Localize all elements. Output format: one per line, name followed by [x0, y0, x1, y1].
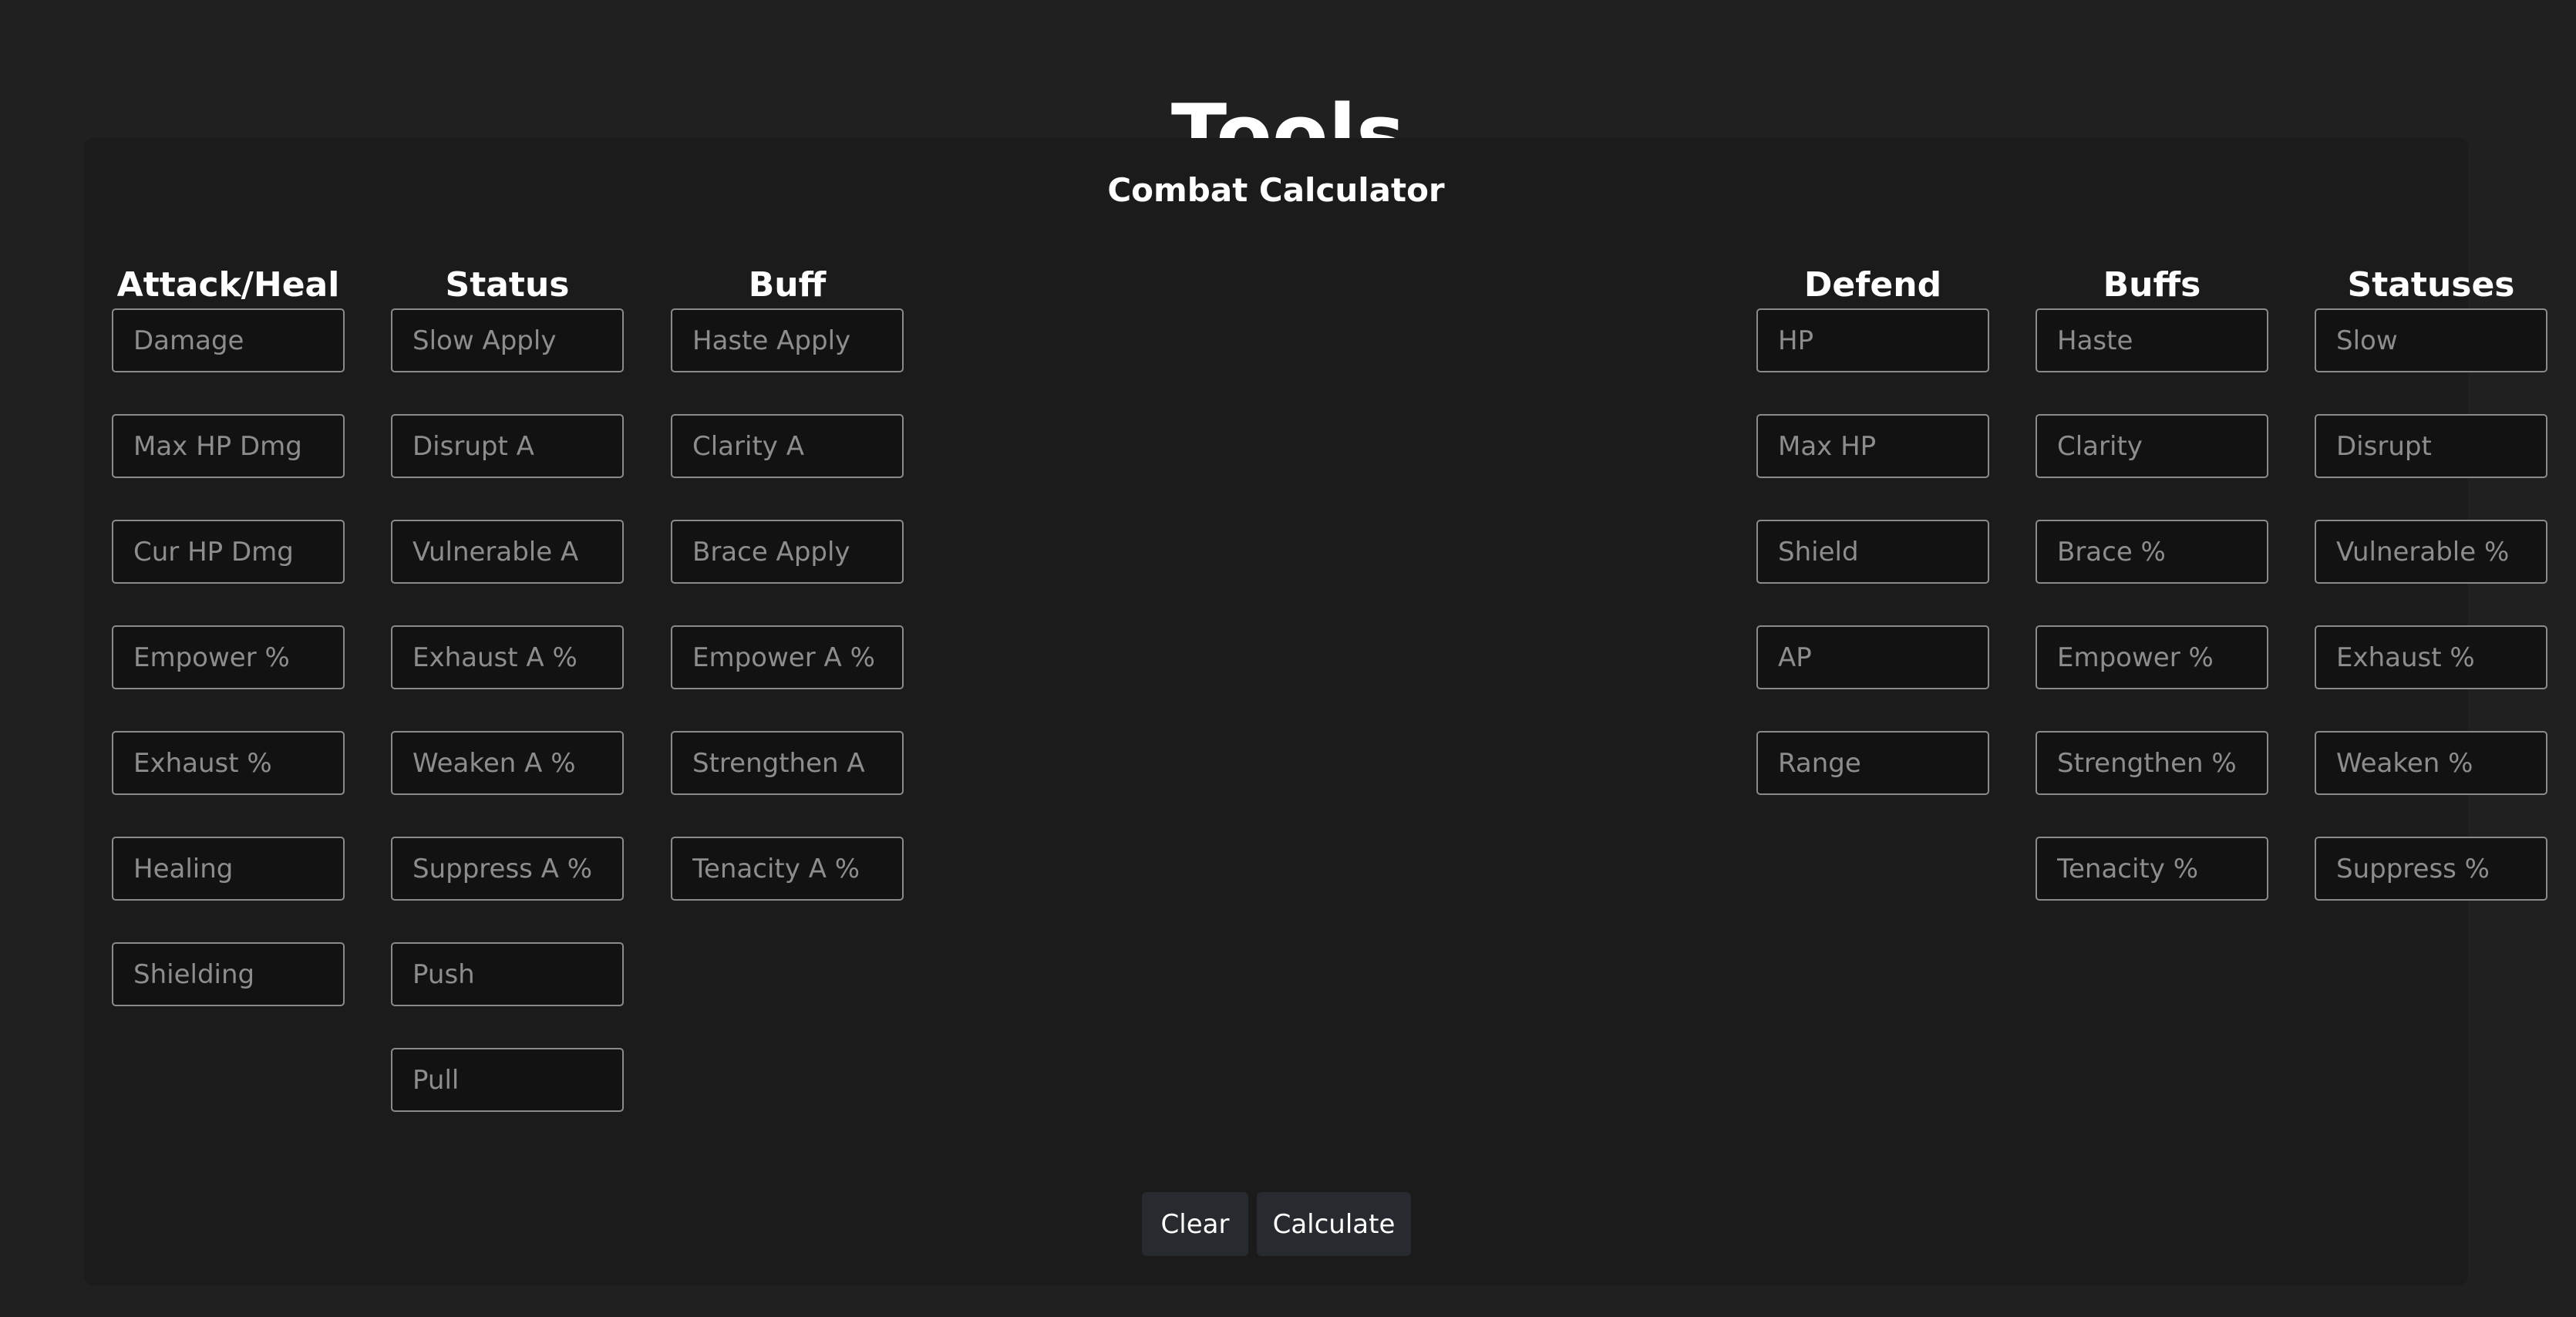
damage-input[interactable]: [112, 308, 345, 372]
vulnerable-percent-input[interactable]: [2315, 520, 2547, 584]
buffs-column: Buffs: [2036, 264, 2268, 901]
defend-empower-percent-input[interactable]: [2036, 625, 2268, 689]
column-header-statuses: Statuses: [2347, 265, 2515, 305]
weaken-percent-input[interactable]: [2315, 731, 2547, 795]
max-hp-input[interactable]: [1756, 414, 1989, 478]
calculator-title: Combat Calculator: [1107, 171, 1445, 209]
vulnerable-apply-input[interactable]: [391, 520, 624, 584]
clarity-apply-input[interactable]: [671, 414, 904, 478]
column-header-buffs: Buffs: [2103, 265, 2201, 305]
column-header-status: Status: [445, 265, 570, 305]
attack-heal-column: Attack/Heal: [112, 264, 345, 1006]
clear-button[interactable]: Clear: [1142, 1192, 1248, 1256]
disrupt-input[interactable]: [2315, 414, 2547, 478]
statuses-column: Statuses: [2315, 264, 2547, 901]
cur-hp-dmg-input[interactable]: [112, 520, 345, 584]
brace-apply-input[interactable]: [671, 520, 904, 584]
max-hp-dmg-input[interactable]: [112, 414, 345, 478]
slow-input[interactable]: [2315, 308, 2547, 372]
suppress-percent-input[interactable]: [2315, 837, 2547, 901]
tenacity-apply-percent-input[interactable]: [671, 837, 904, 901]
ap-input[interactable]: [1756, 625, 1989, 689]
disrupt-apply-input[interactable]: [391, 414, 624, 478]
strengthen-percent-input[interactable]: [2036, 731, 2268, 795]
strengthen-apply-input[interactable]: [671, 731, 904, 795]
haste-apply-input[interactable]: [671, 308, 904, 372]
brace-percent-input[interactable]: [2036, 520, 2268, 584]
shielding-input[interactable]: [112, 942, 345, 1006]
attack-exhaust-percent-input[interactable]: [112, 731, 345, 795]
haste-input[interactable]: [2036, 308, 2268, 372]
column-header-buff: Buff: [748, 265, 827, 305]
empower-apply-percent-input[interactable]: [671, 625, 904, 689]
buff-column: Buff: [671, 264, 904, 901]
column-header-attack-heal: Attack/Heal: [116, 265, 340, 305]
range-input[interactable]: [1756, 731, 1989, 795]
defend-exhaust-percent-input[interactable]: [2315, 625, 2547, 689]
push-input[interactable]: [391, 942, 624, 1006]
weaken-apply-percent-input[interactable]: [391, 731, 624, 795]
attack-empower-percent-input[interactable]: [112, 625, 345, 689]
suppress-apply-percent-input[interactable]: [391, 837, 624, 901]
defend-column: Defend: [1756, 264, 1989, 795]
calculate-button[interactable]: Calculate: [1257, 1192, 1411, 1256]
clarity-input[interactable]: [2036, 414, 2268, 478]
pull-input[interactable]: [391, 1048, 624, 1112]
exhaust-apply-percent-input[interactable]: [391, 625, 624, 689]
combat-calculator-panel: Combat Calculator Attack/Heal Status Buf…: [84, 138, 2547, 1285]
healing-input[interactable]: [112, 837, 345, 901]
slow-apply-input[interactable]: [391, 308, 624, 372]
status-column: Status: [391, 264, 624, 1112]
hp-input[interactable]: [1756, 308, 1989, 372]
tenacity-percent-input[interactable]: [2036, 837, 2268, 901]
column-header-defend: Defend: [1803, 265, 1942, 305]
shield-input[interactable]: [1756, 520, 1989, 584]
